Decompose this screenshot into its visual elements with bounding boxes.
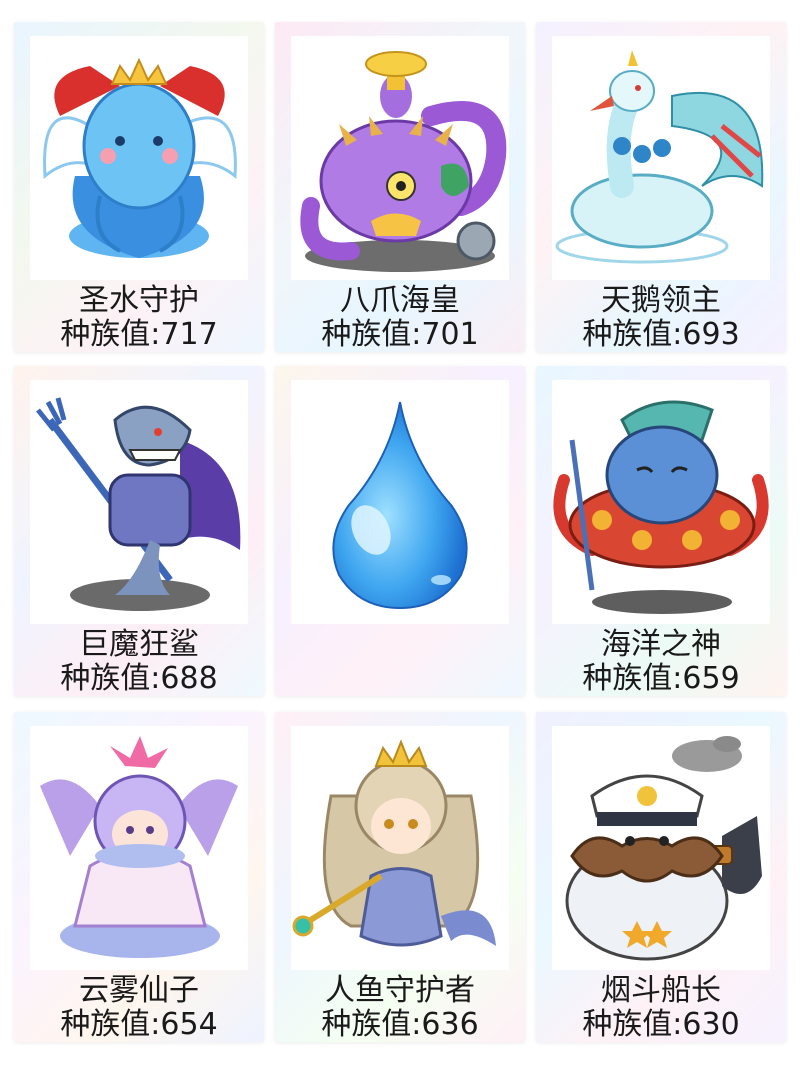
pipe-captain-seal-illustration: [552, 726, 770, 970]
card-troll-shark[interactable]: 巨魔狂鲨 种族值:688: [14, 366, 264, 696]
monster-name: 海洋之神: [601, 627, 721, 662]
card-octopus-sea-emperor[interactable]: 八爪海皇 种族值:701: [275, 22, 525, 352]
mermaid-princess-illustration: [291, 726, 509, 970]
monster-name: 烟斗船长: [601, 973, 721, 1008]
monster-name: 圣水守护: [79, 283, 199, 318]
card-holy-water-guardian[interactable]: 圣水守护 种族值:717: [14, 22, 264, 352]
monster-name: 巨魔狂鲨: [79, 627, 199, 662]
base-stat-total: 种族值:717: [60, 317, 218, 352]
monster-name: 人鱼守护者: [325, 973, 475, 1008]
card-cloud-fairy[interactable]: 云雾仙子 种族值:654: [14, 712, 264, 1042]
monster-name: 云雾仙子: [79, 973, 199, 1008]
base-stat-total: 种族值:636: [321, 1007, 479, 1042]
base-stat-total: 种族值:688: [60, 661, 218, 696]
base-stat-total: 种族值:654: [60, 1007, 218, 1042]
monster-name: 八爪海皇: [340, 283, 460, 318]
purple-octopus-king-illustration: [291, 36, 509, 280]
card-mermaid-guardian[interactable]: 人鱼守护者 种族值:636: [275, 712, 525, 1042]
cloud-fairy-illustration: [30, 726, 248, 970]
card-swan-lord[interactable]: 天鹅领主 种族值:693: [536, 22, 786, 352]
card-ocean-god[interactable]: 海洋之神 种族值:659: [536, 366, 786, 696]
water-drop-illustration: [291, 380, 509, 624]
base-stat-total: 种族值:693: [582, 317, 740, 352]
base-stat-total: 种族值:701: [321, 317, 479, 352]
monster-name: 天鹅领主: [601, 283, 721, 318]
card-water-drop[interactable]: [275, 366, 525, 696]
teal-swan-lord-illustration: [552, 36, 770, 280]
shark-warrior-trident-illustration: [30, 380, 248, 624]
base-stat-total: 种族值:630: [582, 1007, 740, 1042]
monster-card-grid: 圣水守护 种族值:717 八爪海皇 种族值:701 天鹅领主 种族值:693 巨…: [0, 0, 800, 1067]
card-pipe-captain[interactable]: 烟斗船长 种族值:630: [536, 712, 786, 1042]
blue-jellyfish-angel-crown-illustration: [30, 36, 248, 280]
base-stat-total: 种族值:659: [582, 661, 740, 696]
fish-god-trident-illustration: [552, 380, 770, 624]
